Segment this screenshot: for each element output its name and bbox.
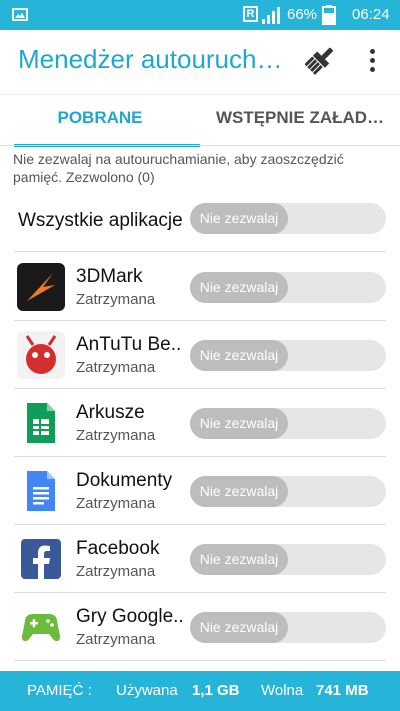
roaming-icon: R [243,6,258,22]
app-status: Zatrzymana [76,359,156,376]
tab-preloaded[interactable]: WSTĘPNIE ZAŁAD… [200,95,400,147]
memory-footer: PAMIĘĆ : Używana 1,1 GB Wolna 741 MB [0,671,400,711]
sheets-icon [27,403,55,443]
list-item: 3DMark Zatrzymana Nie zezwalaj [14,253,386,321]
app-name: Dokumenty [76,470,173,491]
status-bar: R 66% 06:24 [0,0,400,30]
autostart-toggle[interactable]: Nie zezwalaj [190,340,386,371]
app-status: Zatrzymana [76,495,156,512]
list-item: Dokumenty Zatrzymana Nie zezwalaj [14,457,386,525]
app-bar: Menedżer autouruch… [0,30,400,94]
used-value: 1,1 GB [192,682,240,699]
free-value: 741 MB [316,682,369,699]
app-name: Facebook [76,538,160,559]
facebook-icon [21,539,61,579]
autostart-toggle[interactable]: Nie zezwalaj [190,408,386,439]
app-status: Zatrzymana [76,563,156,580]
signal-icon [262,7,280,24]
all-apps-toggle[interactable]: Nie zezwalaj [190,203,386,234]
used-label: Używana [116,682,178,699]
tab-bar: POBRANE WSTĘPNIE ZAŁAD… [0,94,400,147]
battery-percent: 66% [287,6,318,23]
page-title: Menedżer autouruch… [18,44,283,74]
antutu-icon [17,331,65,379]
toggle-knob-label: Nie zezwalaj [190,544,288,575]
more-vert-icon[interactable] [362,46,382,76]
autostart-toggle[interactable]: Nie zezwalaj [190,272,386,303]
toggle-knob-label: Nie zezwalaj [190,340,288,371]
app-status: Zatrzymana [76,631,156,648]
memory-label: PAMIĘĆ : [27,682,92,699]
free-label: Wolna [261,682,304,699]
broom-icon[interactable] [305,44,335,76]
toggle-knob-label: Nie zezwalaj [190,612,288,643]
autostart-toggle[interactable]: Nie zezwalaj [190,544,386,575]
toggle-knob-label: Nie zezwalaj [190,408,288,439]
all-apps-row: Wszystkie aplikacje Nie zezwalaj [14,186,386,252]
toggle-knob-label: Nie zezwalaj [190,476,288,507]
clock: 06:24 [352,6,390,23]
autostart-toggle[interactable]: Nie zezwalaj [190,476,386,507]
app-status: Zatrzymana [76,427,156,444]
list-item: Facebook Zatrzymana Nie zezwalaj [14,525,386,593]
app-name: AnTuTu Be.. [76,334,182,355]
gallery-notification-icon [12,8,28,21]
app-status: Zatrzymana [76,291,156,308]
toggle-knob-label: Nie zezwalaj [190,272,288,303]
tab-downloaded[interactable]: POBRANE [0,95,200,147]
toggle-knob-label: Nie zezwalaj [190,203,288,234]
app-name: Arkusze [76,402,145,423]
docs-icon [27,471,55,511]
battery-icon [322,5,336,25]
3dmark-icon [17,263,65,311]
autostart-toggle[interactable]: Nie zezwalaj [190,612,386,643]
description-text: Nie zezwalaj na autouruchamianie, aby za… [13,151,344,185]
list-item: AnTuTu Be.. Zatrzymana Nie zezwalaj [14,321,386,389]
app-name: Gry Google.. [76,606,184,627]
list-item: Arkusze Zatrzymana Nie zezwalaj [14,389,386,457]
play-games-icon [21,614,61,642]
all-apps-label: Wszystkie aplikacje [18,210,183,231]
list-item: Gry Google.. Zatrzymana Nie zezwalaj [14,593,386,661]
app-name: 3DMark [76,266,143,287]
